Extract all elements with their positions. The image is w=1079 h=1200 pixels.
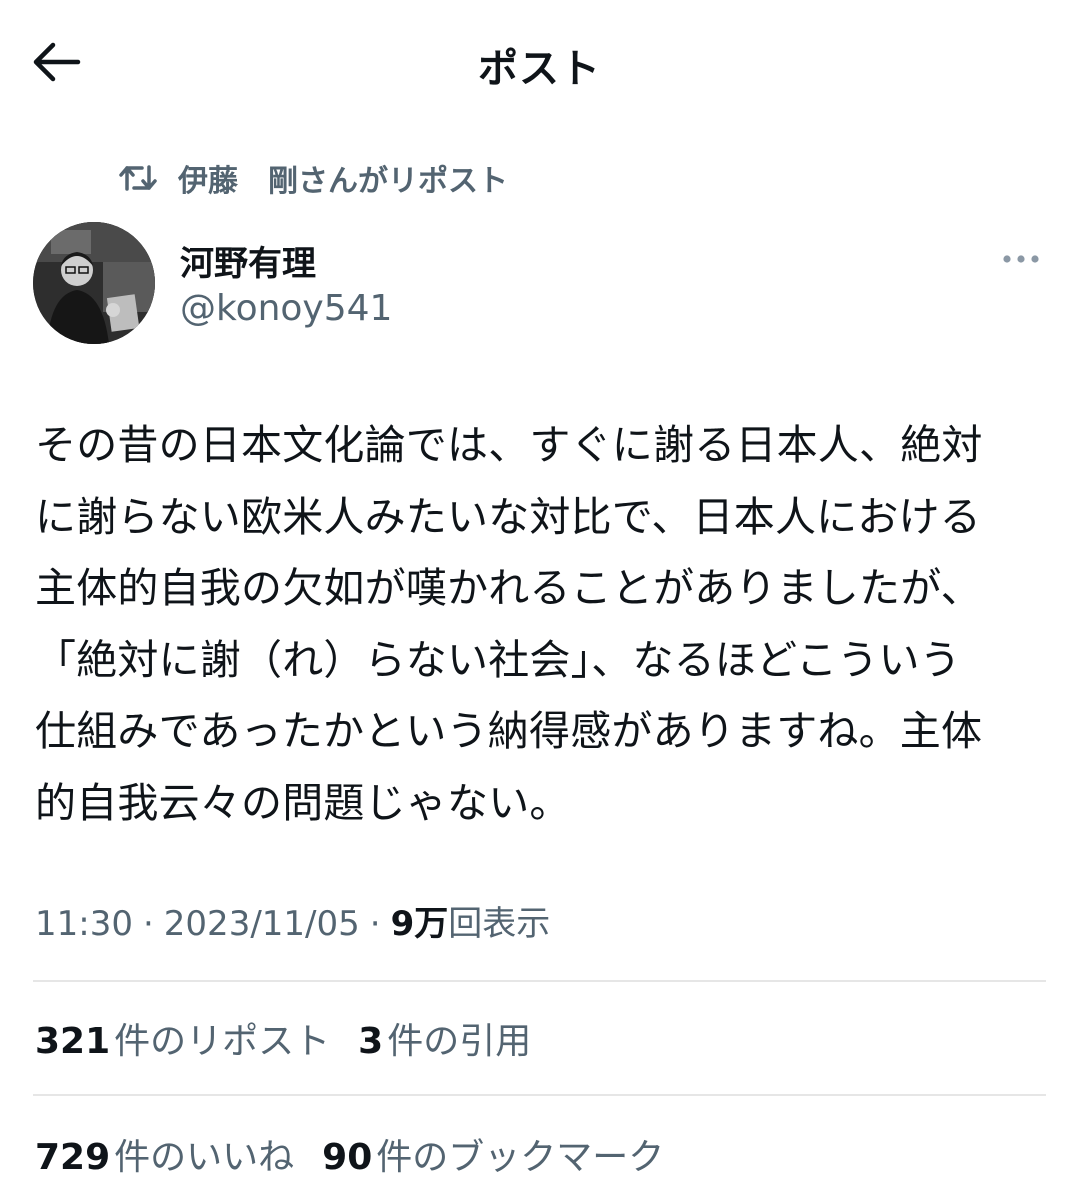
repost-banner[interactable]: 伊藤 剛さんがリポスト: [118, 156, 508, 200]
more-horizontal-icon: [1003, 255, 1039, 263]
top-bar: ポスト: [0, 0, 1079, 120]
quotes-count: 3: [358, 1021, 384, 1062]
views-count: 9万: [390, 904, 449, 944]
author-handle[interactable]: @konoy541: [180, 288, 392, 329]
divider: [33, 980, 1046, 982]
bookmarks-stat[interactable]: 90 件のブックマーク: [322, 1128, 664, 1180]
more-options-button[interactable]: [996, 244, 1046, 274]
reposts-stat[interactable]: 321 件のリポスト: [35, 1012, 330, 1064]
page-title: ポスト: [478, 46, 601, 92]
divider: [33, 1094, 1046, 1096]
post-date[interactable]: 2023/11/05: [164, 904, 360, 944]
reposts-count: 321: [35, 1021, 111, 1062]
stats-row-likes: 729 件のいいね 90 件のブックマーク: [35, 1128, 692, 1180]
bookmarks-label: 件のブックマーク: [376, 1137, 665, 1178]
post-time[interactable]: 11:30: [35, 904, 133, 944]
bookmarks-count: 90: [322, 1137, 373, 1178]
repost-icon: [118, 160, 162, 196]
quotes-label: 件の引用: [387, 1021, 532, 1062]
likes-label: 件のいいね: [114, 1137, 295, 1178]
meta-separator: ·: [142, 904, 154, 944]
reposts-label: 件のリポスト: [114, 1021, 331, 1062]
stats-row-reposts: 321 件のリポスト 3 件の引用: [35, 1012, 559, 1064]
likes-stat[interactable]: 729 件のいいね: [35, 1128, 294, 1180]
likes-count: 729: [35, 1137, 111, 1178]
post-meta: 11:30 · 2023/11/05 · 9万 回表示: [35, 896, 550, 945]
author-name[interactable]: 河野有理: [180, 236, 316, 285]
views-label: 回表示: [448, 904, 551, 944]
repost-banner-text: 伊藤 剛さんがリポスト: [178, 164, 508, 199]
meta-separator: ·: [369, 904, 381, 944]
quotes-stat[interactable]: 3 件の引用: [358, 1012, 531, 1064]
avatar[interactable]: [33, 222, 155, 344]
post-text: その昔の日本文化論では、すぐに謝る日本人、絶対 に謝らない欧米人みたいな対比で、…: [35, 421, 983, 827]
